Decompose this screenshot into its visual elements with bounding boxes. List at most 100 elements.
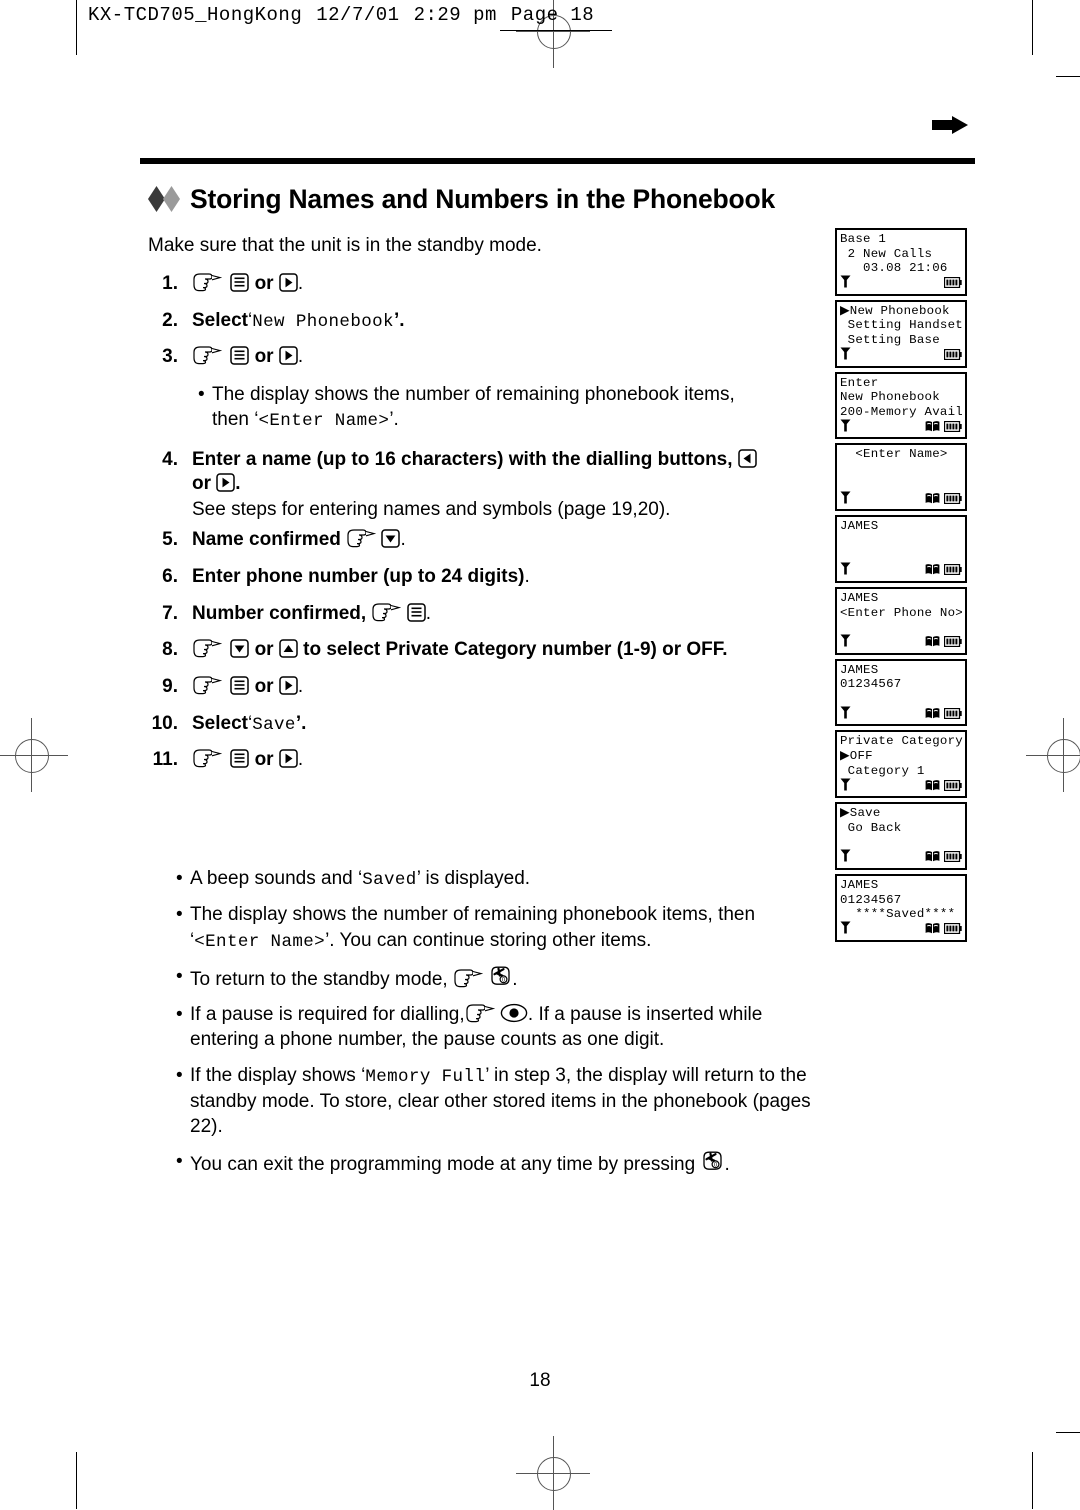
lcd-status-bar bbox=[840, 849, 962, 868]
note-text-pre: A beep sounds and ‘ bbox=[190, 868, 363, 889]
step-5: 5. Name confirmed . bbox=[146, 528, 818, 553]
lcd-saved: JAMES 01234567 ****Saved**** bbox=[835, 874, 967, 942]
lcd-status-bar bbox=[840, 275, 962, 294]
step-joiner: or bbox=[254, 749, 274, 771]
antenna-icon bbox=[840, 562, 851, 580]
step-joiner: or bbox=[192, 473, 211, 495]
battery-icon bbox=[943, 420, 962, 437]
hand-pointer-icon bbox=[192, 675, 222, 695]
note-memory-full: • If the display shows ‘Memory Full’ in … bbox=[176, 1063, 821, 1140]
registration-mark-right bbox=[1026, 718, 1080, 792]
registration-mark-bottom bbox=[516, 1436, 590, 1510]
step-number: 2. bbox=[162, 309, 178, 331]
note-text-post: ’ is displayed. bbox=[416, 868, 531, 889]
lcd-screen-column: Base 1 2 New Calls 03.08 21:06 ▶New Phone… bbox=[835, 228, 967, 946]
lcd-line: 2 New Calls bbox=[840, 246, 933, 261]
step-number: 4. bbox=[162, 448, 178, 470]
bullet-dot: • bbox=[176, 1064, 183, 1086]
power-off-key-icon: 0 bbox=[700, 1149, 724, 1173]
lcd-line: ****Saved**** bbox=[840, 907, 956, 922]
step-suffix: . bbox=[400, 529, 406, 551]
lcd-line bbox=[840, 534, 962, 549]
note-pause: • If a pause is required for dialling, .… bbox=[176, 1002, 821, 1053]
procedure-steps: 1. or . 2. Select‘New Phonebook’. 3. or … bbox=[146, 272, 818, 785]
diamond-bullets bbox=[148, 186, 180, 213]
lcd-line: JAMES bbox=[840, 519, 879, 534]
down-key-icon bbox=[381, 529, 401, 549]
lcd-main-menu: ▶New Phonebook Setting Handset Setting B… bbox=[835, 299, 967, 368]
crop-mark-bottom-right bbox=[1032, 1452, 1033, 1509]
step-text: to select Private Category number (1-9) … bbox=[303, 639, 728, 661]
step-suffix: . bbox=[425, 602, 432, 624]
lcd-status-bar bbox=[840, 706, 962, 724]
lcd-line: New Phonebook bbox=[840, 390, 940, 405]
step-11: 11. or . bbox=[146, 748, 818, 773]
lcd-line: 01234567 bbox=[840, 677, 902, 692]
lcd-line: Enter bbox=[840, 375, 879, 390]
lcd-enter-name: <Enter Name> bbox=[835, 443, 967, 512]
step-number: 8. bbox=[162, 639, 178, 661]
lcd-status-bar bbox=[840, 562, 962, 581]
registration-mark-left bbox=[0, 718, 68, 792]
step-number: 10. bbox=[151, 712, 178, 734]
battery-icon bbox=[943, 277, 962, 293]
display-text: <Enter Name> bbox=[258, 411, 390, 432]
hand-pointer-icon bbox=[465, 1003, 495, 1023]
antenna-icon bbox=[840, 921, 851, 939]
page-title-row: Storing Names and Numbers in the Phonebo… bbox=[148, 186, 775, 213]
lcd-status-bar bbox=[840, 921, 962, 940]
step-suffix: . bbox=[524, 565, 530, 587]
crop-mark-top-right bbox=[1032, 0, 1033, 55]
note-exit: • You can exit the programming mode at a… bbox=[176, 1149, 821, 1177]
lcd-line: JAMES bbox=[840, 878, 879, 893]
antenna-icon bbox=[840, 634, 851, 652]
lcd-status-icons bbox=[943, 277, 962, 293]
menu-key-icon bbox=[230, 273, 250, 292]
crop-mark-top-left bbox=[76, 0, 77, 55]
phonebook-icon bbox=[925, 635, 940, 652]
step-suffix: . bbox=[297, 273, 304, 294]
bullet-dot: • bbox=[198, 384, 205, 406]
lcd-line: JAMES bbox=[840, 662, 879, 677]
step-text: Enter phone number (up to 24 digits) bbox=[192, 565, 525, 587]
lcd-enter-phone-no: JAMES <Enter Phone No> bbox=[835, 586, 967, 655]
lcd-line bbox=[840, 835, 962, 850]
select-label: Select bbox=[192, 309, 248, 331]
phonebook-icon bbox=[925, 922, 940, 939]
antenna-icon bbox=[840, 275, 851, 293]
bullet-dot: • bbox=[176, 1151, 183, 1173]
down-key-icon bbox=[230, 639, 250, 659]
lcd-line bbox=[840, 462, 962, 477]
diamond-light-icon bbox=[163, 186, 180, 213]
lcd-status-bar bbox=[840, 347, 962, 366]
menu-key-icon bbox=[407, 602, 426, 622]
phonebook-icon bbox=[925, 492, 940, 509]
note-text-pre: To return to the standby mode, bbox=[190, 968, 448, 990]
menu-key-icon bbox=[230, 676, 250, 695]
lcd-status-icons bbox=[925, 492, 962, 509]
lcd-line: ▶New Phonebook bbox=[840, 303, 950, 318]
up-key-icon bbox=[279, 639, 298, 659]
lcd-status-icons bbox=[925, 635, 962, 652]
lcd-name-james: JAMES bbox=[835, 515, 967, 583]
display-text: <Enter Name> bbox=[194, 931, 326, 952]
step-suffix: . bbox=[297, 346, 304, 368]
display-text: Memory Full bbox=[365, 1066, 486, 1087]
lcd-line: ▶OFF bbox=[840, 749, 873, 764]
hand-pointer-icon bbox=[192, 345, 222, 365]
lcd-status-bar bbox=[840, 778, 962, 796]
bullet-dot: • bbox=[176, 904, 183, 926]
lcd-status-icons bbox=[925, 922, 962, 939]
step-joiner: or bbox=[254, 346, 274, 368]
lcd-line: 03.08 21:06 bbox=[840, 261, 948, 276]
step-text: Name confirmed bbox=[192, 529, 341, 551]
crop-mark-right-lower bbox=[1056, 1432, 1080, 1433]
intro-text: Make sure that the unit is in the standb… bbox=[148, 235, 542, 256]
note-line-2-suffix: ’. bbox=[389, 409, 399, 431]
menu-key-icon bbox=[230, 346, 250, 366]
step-9: 9. or . bbox=[146, 675, 818, 700]
step-joiner: or bbox=[254, 639, 274, 661]
lcd-line: JAMES bbox=[840, 590, 879, 605]
lcd-status-icons bbox=[943, 348, 962, 365]
hand-pointer-icon bbox=[192, 272, 222, 292]
